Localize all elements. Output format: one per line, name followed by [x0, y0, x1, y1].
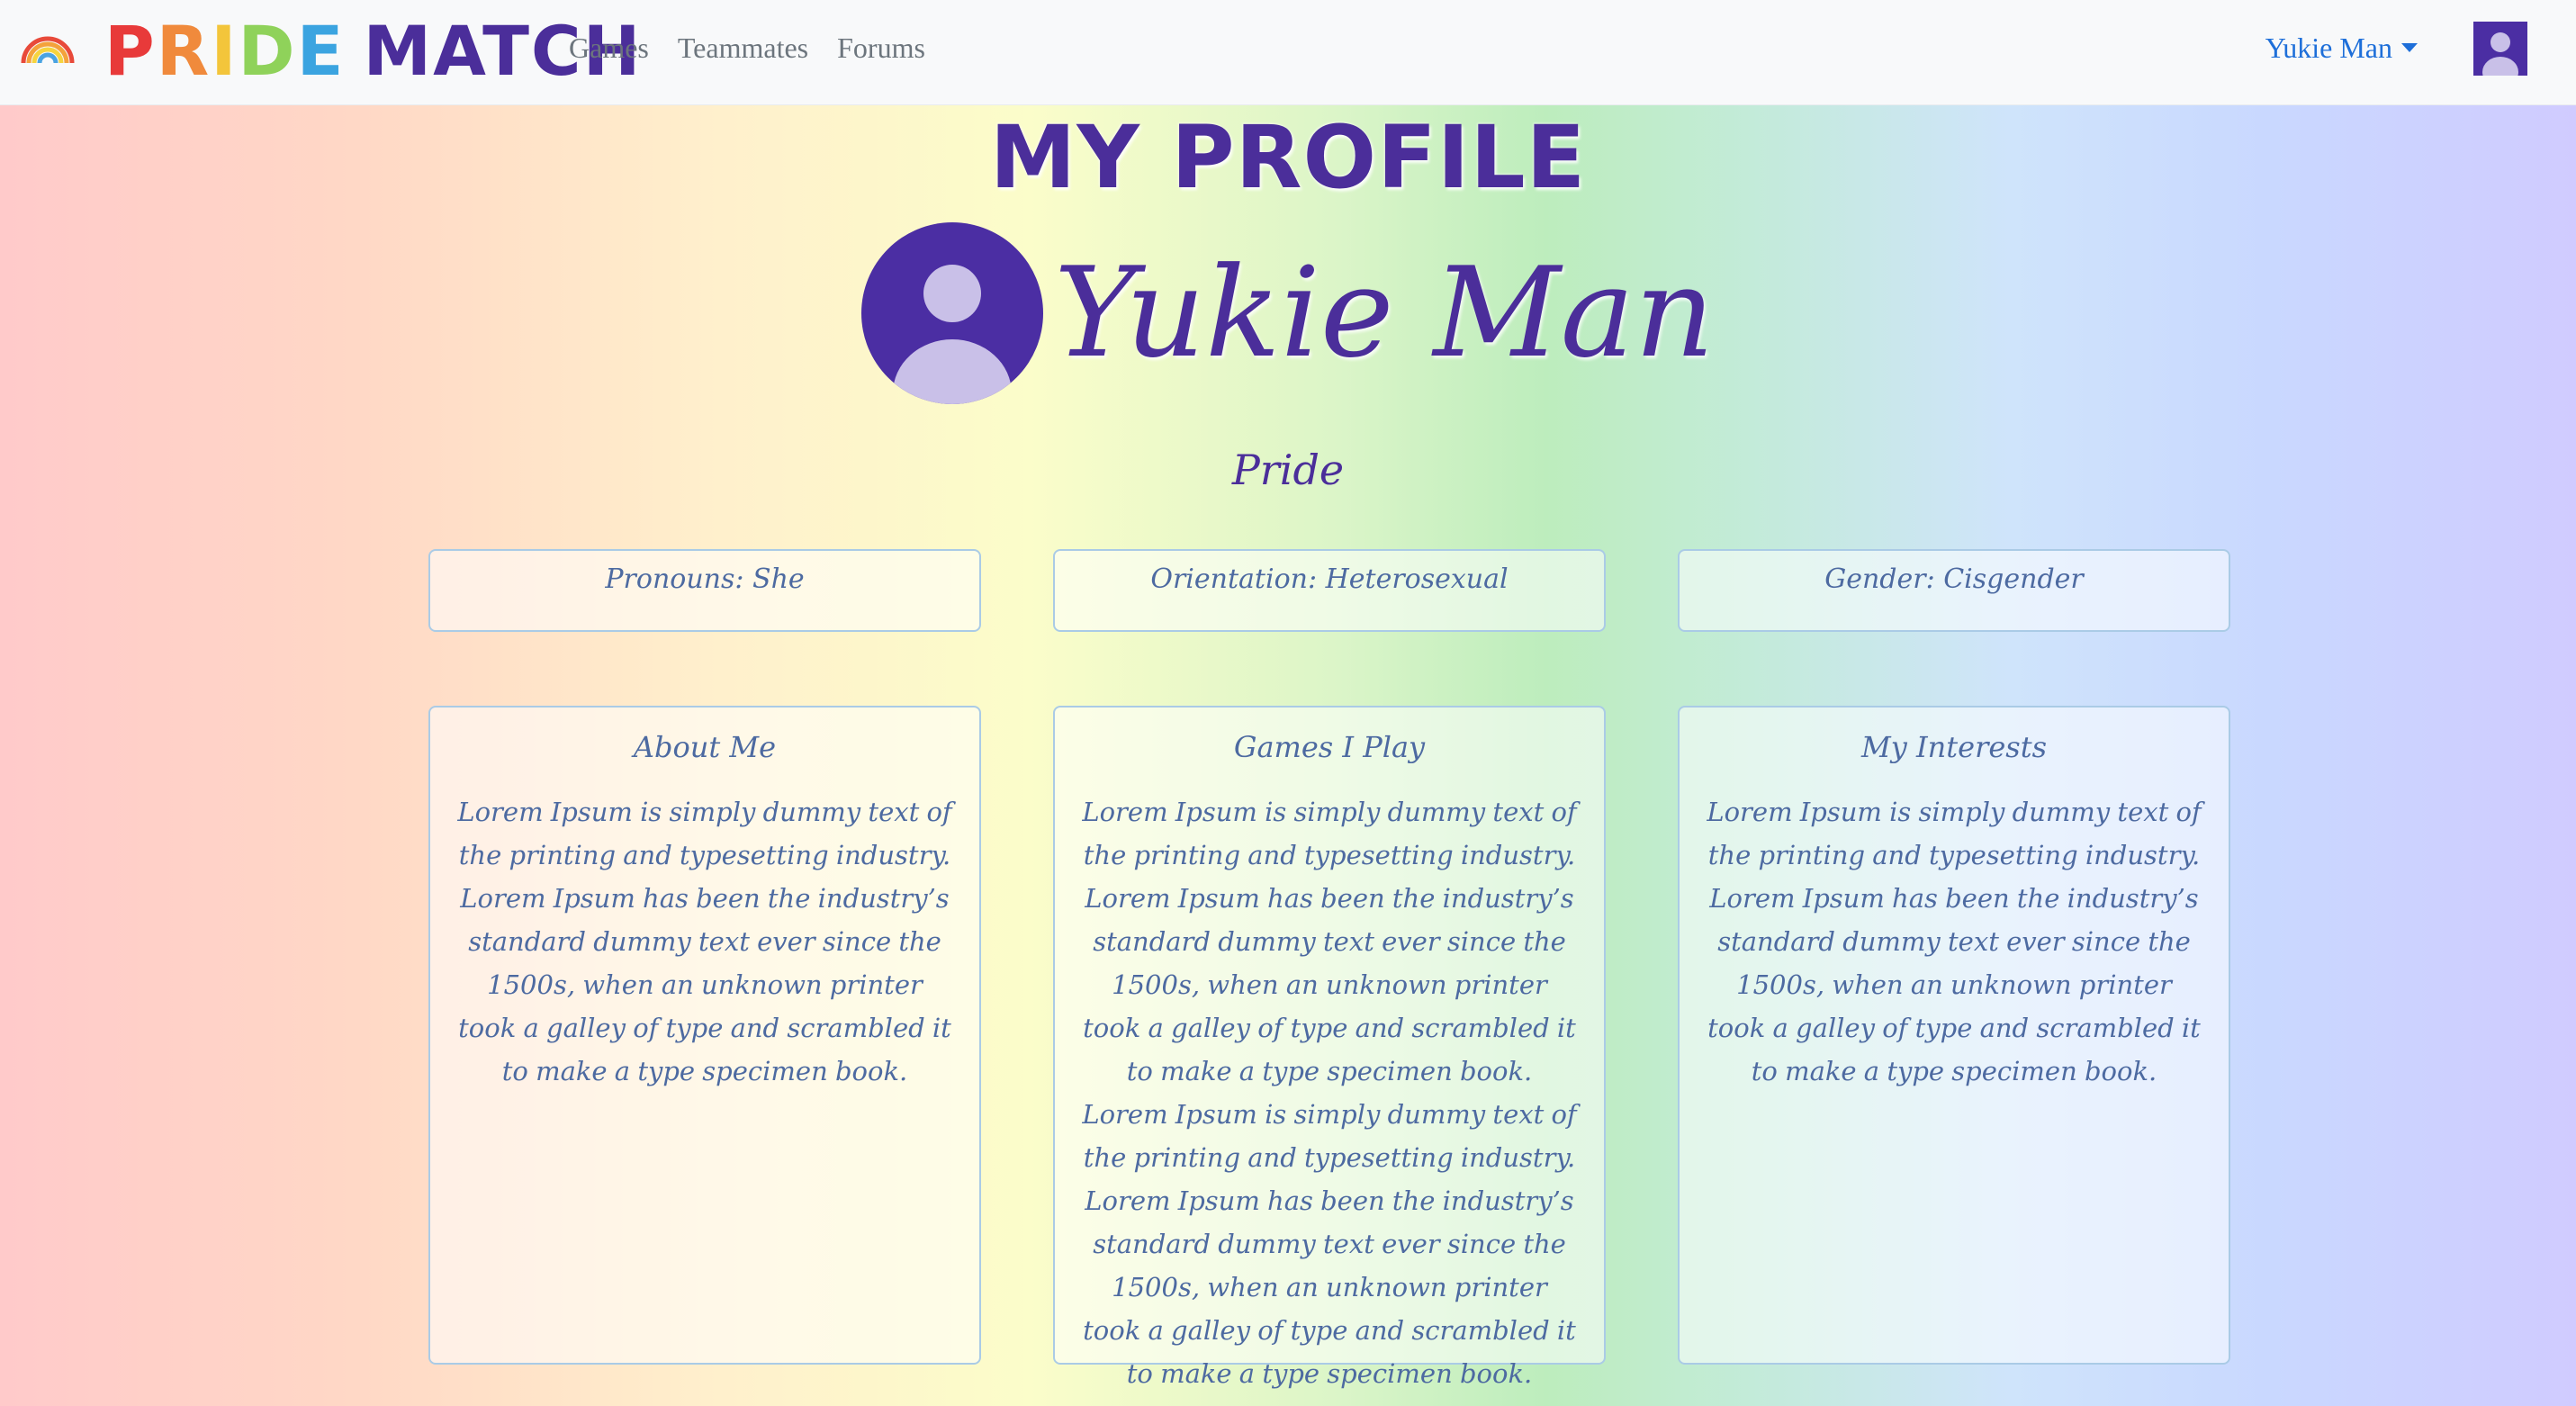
- user-avatar-icon: [2482, 32, 2518, 76]
- profile-subtitle: Pride: [1231, 446, 1345, 494]
- about-me-card: About Me Lorem Ipsum is simply dummy tex…: [428, 706, 981, 1365]
- about-me-title: About Me: [633, 730, 777, 764]
- profile-avatar: [861, 222, 1044, 404]
- brand-logo[interactable]: P R I D E MATCH: [104, 5, 642, 95]
- gender-text: Gender: Cisgender: [1824, 563, 2084, 595]
- brand-letter-e: E: [296, 10, 346, 91]
- games-body: Lorem Ipsum is simply dummy text of the …: [1082, 797, 1577, 1389]
- nav-link-games[interactable]: Games: [569, 25, 663, 70]
- caret-down-icon: [2401, 43, 2418, 52]
- nav-avatar-icon[interactable]: [2473, 22, 2527, 76]
- brand-letter-d: D: [238, 10, 297, 91]
- page-title: MY PROFILE: [989, 107, 1587, 208]
- interests-card: My Interests Lorem Ipsum is simply dummy…: [1678, 706, 2230, 1365]
- games-title: Games I Play: [1233, 730, 1426, 764]
- brand-letter-p: P: [104, 10, 157, 91]
- brand-letter-r: R: [156, 10, 212, 91]
- rainbow-icon[interactable]: [20, 31, 76, 67]
- pronouns-card: Pronouns: She: [428, 549, 981, 632]
- profile-header: Yukie Man: [0, 220, 2576, 407]
- orientation-text: Orientation: Heterosexual: [1150, 563, 1509, 595]
- nav-link-teammates[interactable]: Teammates: [663, 25, 823, 70]
- nav-links: Games Teammates Forums: [569, 25, 940, 70]
- brand-letter-i: I: [211, 10, 239, 91]
- nav-link-forums[interactable]: Forums: [823, 25, 940, 70]
- orientation-card: Orientation: Heterosexual: [1053, 549, 1606, 632]
- user-avatar-icon: [893, 265, 1013, 404]
- interests-title: My Interests: [1861, 730, 2047, 764]
- top-navbar: P R I D E MATCH Games Teammates Forums Yukie …: [0, 0, 2576, 105]
- interests-body: Lorem Ipsum is simply dummy text of the …: [1707, 797, 2202, 1086]
- user-dropdown[interactable]: Yukie Man: [2265, 25, 2418, 70]
- gender-card: Gender: Cisgender: [1678, 549, 2230, 632]
- user-dropdown-label: Yukie Man: [2265, 32, 2392, 64]
- profile-name: Yukie Man: [1054, 240, 1715, 385]
- games-card: Games I Play Lorem Ipsum is simply dummy…: [1053, 706, 1606, 1389]
- about-me-body: Lorem Ipsum is simply dummy text of the …: [457, 797, 952, 1086]
- pronouns-text: Pronouns: She: [605, 563, 805, 595]
